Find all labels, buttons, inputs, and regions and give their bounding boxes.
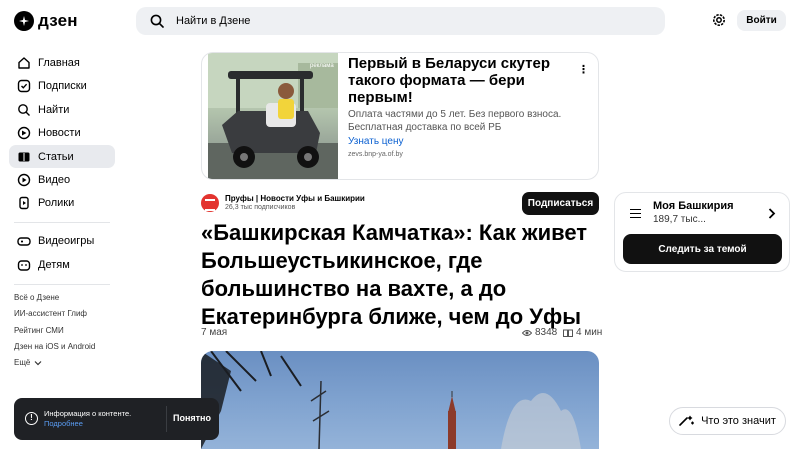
- topic-card: Моя Башкирия 189,7 тыс... Следить за тем…: [614, 192, 790, 272]
- channel-name[interactable]: Пруфы | Новости Уфы и Башкирии: [225, 194, 365, 203]
- ad-title[interactable]: Первый в Беларуси скутер такого формата …: [348, 55, 568, 106]
- sidebar-item-articles[interactable]: Статьи: [9, 145, 115, 168]
- what-it-means-button[interactable]: Что это значит: [669, 407, 786, 435]
- read-time-value: 4 мин: [576, 327, 603, 338]
- sidebar-item-subscriptions[interactable]: Подписки: [9, 74, 115, 97]
- views-counter: 8348: [522, 327, 557, 338]
- logo-text: дзен: [38, 11, 78, 30]
- more-label: Ещё: [14, 358, 31, 367]
- ad-label: реклама: [310, 63, 334, 69]
- what-it-means-label: Что это значит: [701, 415, 776, 427]
- wand-icon: [679, 415, 695, 426]
- channel-avatar[interactable]: [201, 194, 219, 212]
- sidebar-item-label: Ролики: [38, 196, 75, 209]
- news-icon: [17, 126, 31, 139]
- sidebar-item-videogames[interactable]: Видеоигры: [9, 229, 115, 252]
- footer-link-assistant[interactable]: ИИ-ассистент Глиф: [14, 309, 87, 318]
- topic-count: 189,7 тыс...: [653, 214, 706, 225]
- sidebar-divider: [14, 222, 110, 223]
- gamepad-icon: [17, 236, 31, 246]
- article-title: «Башкирская Камчатка»: Как живет Большеу…: [201, 220, 588, 329]
- footer-link-apps[interactable]: Дзен на iOS и Android: [14, 342, 95, 351]
- dzen-logo[interactable]: дзен: [14, 10, 78, 32]
- article-date: 7 мая: [201, 327, 228, 338]
- search-input[interactable]: Найти в Дзене: [136, 7, 665, 35]
- video-icon: [17, 173, 31, 186]
- toast-text: Информация о контенте.: [44, 409, 132, 418]
- ad-domain: zevs.bnp-ya.of.by: [348, 151, 403, 158]
- sidebar-item-label: Детям: [38, 258, 70, 271]
- info-icon: !: [25, 412, 38, 425]
- search-icon: [150, 14, 164, 28]
- sidebar-item-label: Видео: [38, 173, 71, 186]
- footer-link-rating[interactable]: Рейтинг СМИ: [14, 326, 64, 335]
- sidebar-item-home[interactable]: Главная: [9, 51, 115, 74]
- ad-description: Оплата частями до 5 лет. Без первого взн…: [348, 109, 562, 133]
- home-icon: [18, 56, 30, 69]
- more-options-icon[interactable]: ⋮: [578, 63, 589, 77]
- chevron-down-icon: [34, 360, 42, 365]
- sidebar-item-search[interactable]: Найти: [9, 98, 115, 121]
- sidebar-item-label: Новости: [38, 126, 81, 139]
- search-placeholder: Найти в Дзене: [176, 15, 251, 27]
- search-icon: [18, 103, 30, 116]
- subscribe-button[interactable]: Подписаться: [522, 192, 599, 215]
- read-time: 4 мин: [563, 327, 602, 338]
- footer-more-button[interactable]: Ещё: [14, 358, 42, 367]
- ad-image: реклама: [208, 53, 338, 179]
- ad-banner[interactable]: реклама Первый в Беларуси скутер такого …: [201, 52, 599, 180]
- sidebar-item-label: Статьи: [38, 150, 74, 163]
- ad-cta-link[interactable]: Узнать цену: [348, 136, 404, 147]
- sidebar-item-kids[interactable]: Детям: [9, 253, 115, 276]
- views-count: 8348: [535, 327, 558, 338]
- book-icon: [563, 329, 573, 337]
- toast-accept-button[interactable]: Понятно: [173, 413, 211, 423]
- follow-topic-button[interactable]: Следить за темой: [623, 234, 782, 264]
- eye-icon: [522, 329, 532, 336]
- article-image: [201, 351, 599, 449]
- subscriptions-icon: [17, 79, 31, 92]
- footer-link-about[interactable]: Всё о Дзене: [14, 293, 59, 302]
- topic-name[interactable]: Моя Башкирия: [653, 200, 734, 212]
- sidebar-item-shorts[interactable]: Ролики: [9, 191, 115, 214]
- login-button[interactable]: Войти: [737, 10, 786, 31]
- articles-icon: [18, 152, 30, 161]
- toast-divider: [166, 406, 167, 432]
- sidebar-item-label: Найти: [38, 103, 70, 116]
- sidebar-item-label: Видеоигры: [38, 234, 95, 247]
- gear-icon[interactable]: [710, 11, 728, 29]
- shorts-icon: [19, 196, 29, 209]
- sidebar-item-label: Подписки: [38, 79, 87, 92]
- sidebar-item-news[interactable]: Новости: [9, 121, 115, 144]
- kids-icon: [17, 259, 31, 271]
- dzen-logo-icon: [14, 11, 34, 31]
- sidebar-item-video[interactable]: Видео: [9, 168, 115, 191]
- menu-icon: [630, 209, 641, 218]
- sidebar-item-label: Главная: [38, 56, 80, 69]
- chevron-right-icon[interactable]: [768, 208, 776, 219]
- channel-subscribers: 26,3 тыс подписчиков: [225, 204, 296, 211]
- content-info-toast: ! Информация о контенте. Подробнее Понят…: [14, 398, 219, 440]
- sidebar-divider: [14, 284, 110, 285]
- toast-details-link[interactable]: Подробнее: [44, 419, 83, 428]
